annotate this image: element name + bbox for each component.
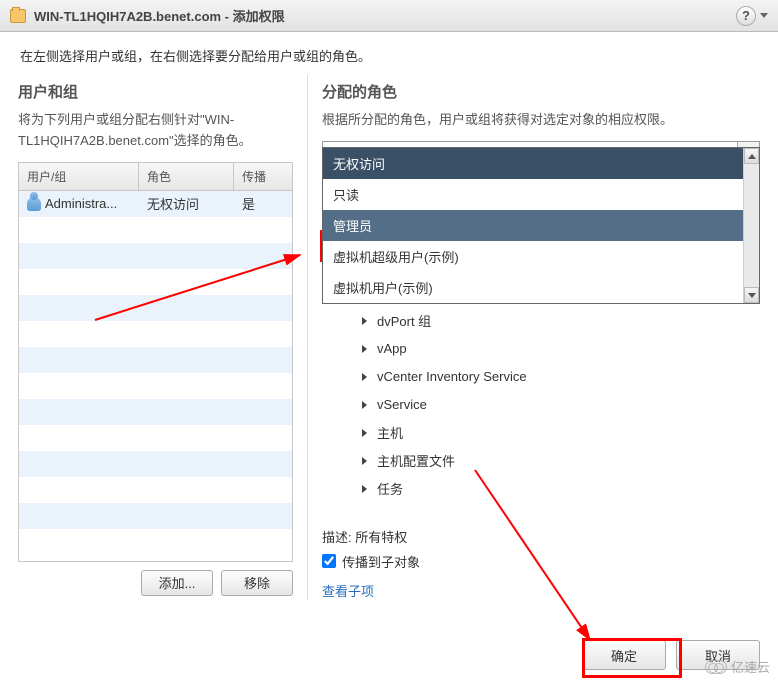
tree-node[interactable]: vService [362, 391, 760, 419]
scroll-up-icon[interactable] [744, 148, 759, 164]
cell-user: Administra... [45, 196, 117, 211]
users-description: 将为下列用户或组分配右侧针对"WIN-TL1HQIH7A2B.benet.com… [18, 110, 293, 152]
chevron-right-icon [362, 317, 367, 325]
watermark-icon [705, 660, 727, 674]
folder-icon [10, 9, 26, 23]
window-title: WIN-TL1HQIH7A2B.benet.com - 添加权限 [34, 6, 285, 25]
watermark: 亿速云 [705, 657, 770, 676]
propagate-input[interactable] [322, 554, 336, 568]
chevron-right-icon [362, 401, 367, 409]
tree-node[interactable]: dvPort 组 [362, 307, 760, 335]
users-groups-panel: 用户和组 将为下列用户或组分配右侧针对"WIN-TL1HQIH7A2B.bene… [18, 75, 308, 600]
role-option[interactable]: 管理员 [323, 210, 759, 241]
role-option[interactable]: 只读 [323, 179, 759, 210]
tree-node[interactable]: vApp [362, 335, 760, 363]
view-children-link[interactable]: 查看子项 [322, 581, 374, 600]
col-propagate[interactable]: 传播 [234, 163, 292, 190]
scroll-down-icon[interactable] [744, 287, 759, 303]
table-row[interactable]: Administra... 无权访问 是 [19, 191, 292, 217]
table-body: Administra... 无权访问 是 [19, 191, 292, 561]
chevron-right-icon [362, 485, 367, 493]
role-option[interactable]: 虚拟机用户(示例) [323, 272, 759, 303]
assigned-role-panel: 分配的角色 根据所分配的角色，用户或组将获得对选定对象的相应权限。 无权访问 无… [308, 75, 760, 600]
col-user[interactable]: 用户/组 [19, 163, 139, 190]
users-table: 用户/组 角色 传播 Administra... 无权访问 是 [18, 162, 293, 562]
dropdown-scrollbar[interactable] [743, 148, 759, 303]
role-dropdown-list: 无权访问 只读 管理员 虚拟机超级用户(示例) 虚拟机用户(示例) [322, 147, 760, 304]
user-icon [27, 197, 41, 211]
role-heading: 分配的角色 [322, 81, 760, 102]
role-option[interactable]: 虚拟机超级用户(示例) [323, 241, 759, 272]
cell-prop: 是 [234, 194, 292, 213]
privilege-description: 描述: 所有特权 [322, 527, 760, 546]
tree-node[interactable]: 任务 [362, 475, 760, 503]
tree-node[interactable]: 主机 [362, 419, 760, 447]
instruction-text: 在左侧选择用户或组，在右侧选择要分配给用户或组的角色。 [0, 32, 778, 75]
cell-role: 无权访问 [139, 194, 234, 213]
tree-node[interactable]: 主机配置文件 [362, 447, 760, 475]
remove-button[interactable]: 移除 [221, 570, 293, 596]
propagate-checkbox[interactable]: 传播到子对象 [322, 552, 760, 571]
ok-button[interactable]: 确定 [582, 640, 666, 670]
chevron-right-icon [362, 457, 367, 465]
chevron-right-icon [362, 373, 367, 381]
privilege-tree: dvPort 组 vApp vCenter Inventory Service … [322, 307, 760, 503]
table-header: 用户/组 角色 传播 [19, 163, 292, 191]
role-option[interactable]: 无权访问 [323, 148, 759, 179]
titlebar: WIN-TL1HQIH7A2B.benet.com - 添加权限 ? [0, 0, 778, 32]
help-dropdown-icon[interactable] [760, 13, 768, 18]
col-role[interactable]: 角色 [139, 163, 234, 190]
help-icon[interactable]: ? [736, 6, 756, 26]
add-button[interactable]: 添加... [141, 570, 213, 596]
chevron-right-icon [362, 429, 367, 437]
tree-node[interactable]: vCenter Inventory Service [362, 363, 760, 391]
role-description: 根据所分配的角色，用户或组将获得对选定对象的相应权限。 [322, 110, 760, 131]
users-heading: 用户和组 [18, 81, 293, 102]
chevron-right-icon [362, 345, 367, 353]
